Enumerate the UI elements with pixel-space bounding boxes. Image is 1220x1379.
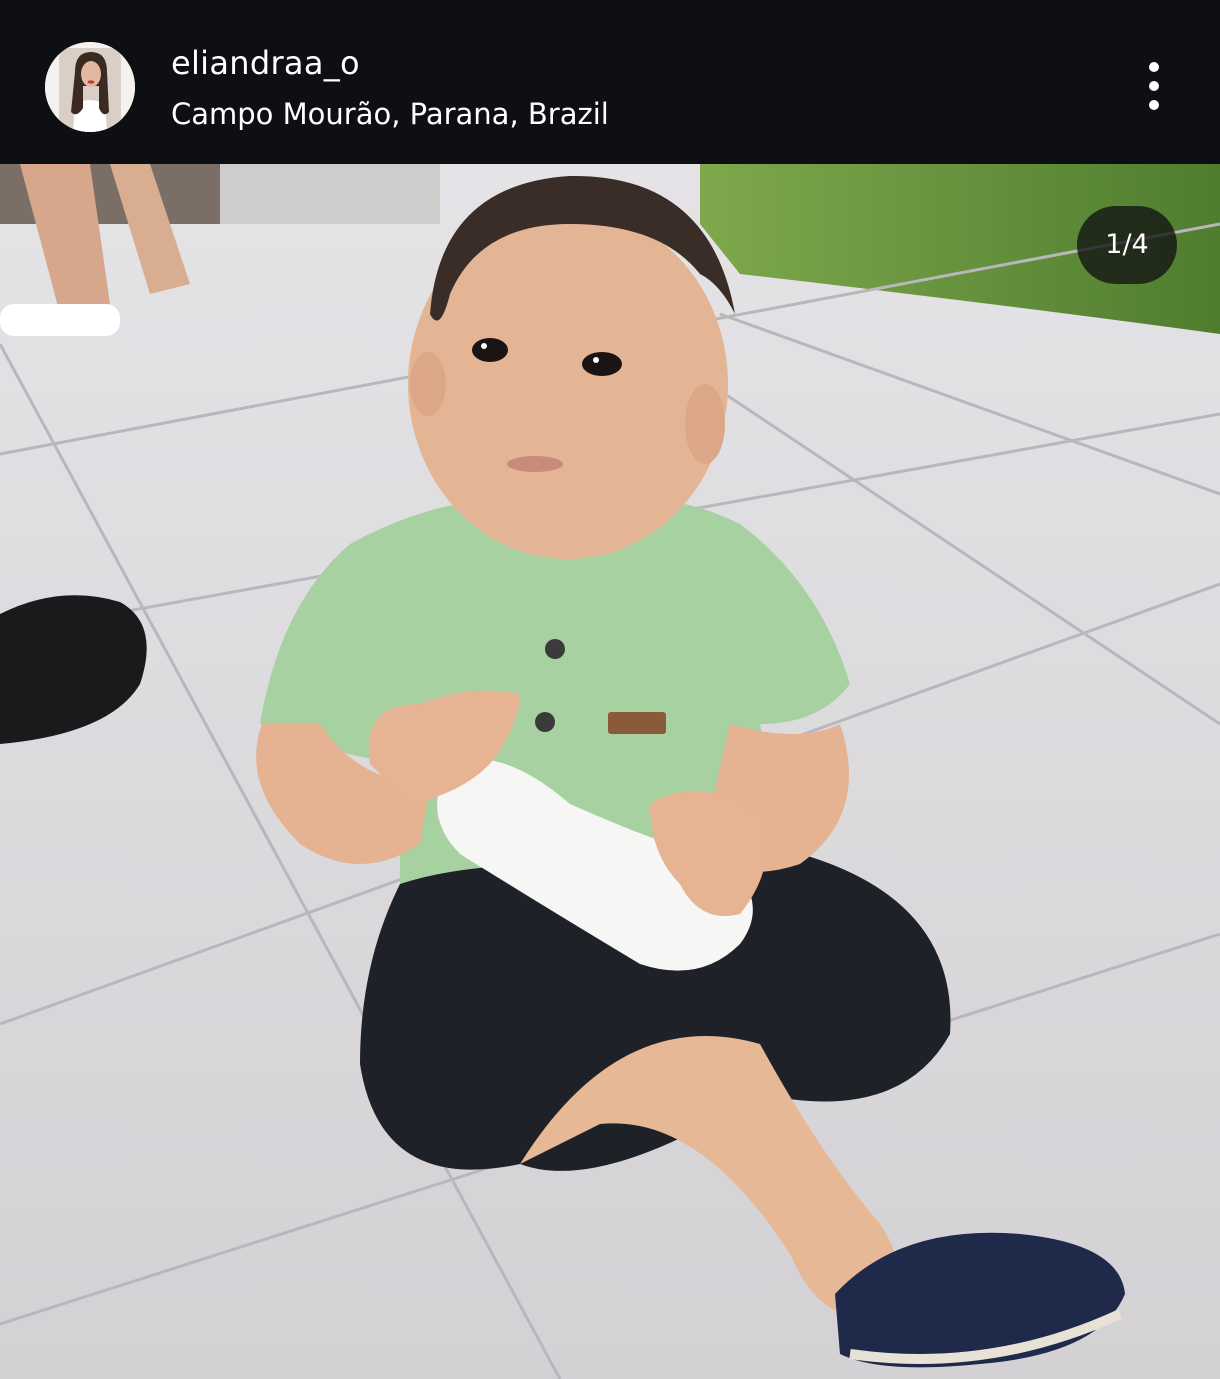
more-options-icon[interactable]: [1132, 56, 1176, 116]
post-view: eliandraa_o Campo Mourão, Parana, Brazil: [0, 0, 1220, 1379]
post-photo[interactable]: [0, 164, 1220, 1379]
post-header: eliandraa_o Campo Mourão, Parana, Brazil: [0, 0, 1220, 164]
more-dot: [1149, 100, 1159, 110]
location[interactable]: Campo Mourão, Parana, Brazil: [171, 96, 609, 132]
carousel-counter: 1/4: [1077, 206, 1177, 284]
username[interactable]: eliandraa_o: [171, 44, 609, 82]
avatar-image: [45, 42, 135, 132]
user-meta: eliandraa_o Campo Mourão, Parana, Brazil: [171, 44, 609, 132]
user-avatar[interactable]: [45, 42, 135, 132]
photo-illustration: [0, 164, 1220, 1379]
more-dot: [1149, 62, 1159, 72]
more-dot: [1149, 81, 1159, 91]
